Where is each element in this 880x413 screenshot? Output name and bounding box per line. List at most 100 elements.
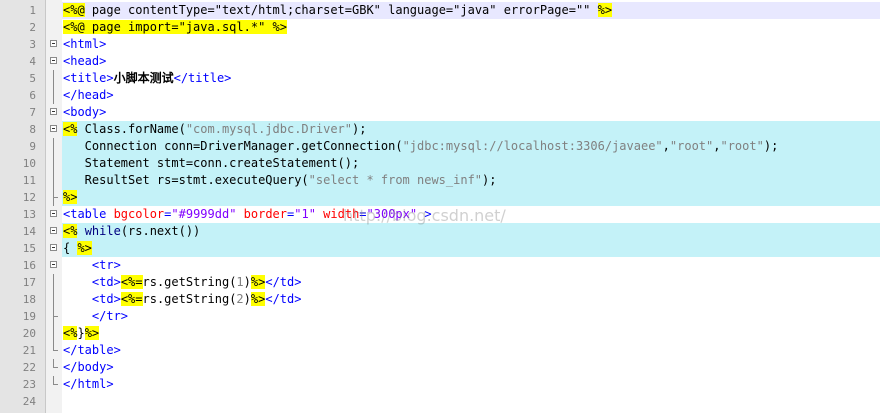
code-token: bgcolor (113, 207, 165, 221)
code-token: </body> (63, 360, 114, 374)
code-token: %> (63, 190, 78, 204)
code-text: <%@ page import="java.sql.*" %> (63, 19, 287, 36)
fold-line-icon (50, 189, 58, 206)
code-token: %> (250, 292, 266, 306)
code-token: <% (63, 326, 78, 340)
code-token: rs.getString( (142, 292, 237, 306)
line-number: 23 (22, 378, 36, 391)
code-line[interactable]: 21 </table> (0, 342, 880, 359)
line-number: 7 (29, 106, 36, 119)
code-token: %> (250, 275, 266, 289)
code-text: </head> (63, 87, 114, 104)
code-line[interactable]: 11 ResultSet rs=stmt.executeQuery("selec… (0, 172, 880, 189)
fold-minus-icon[interactable] (50, 53, 58, 70)
code-token: { (63, 241, 78, 255)
line-number: 24 (22, 395, 36, 408)
code-line[interactable]: 7 <body> (0, 104, 880, 121)
code-line[interactable]: 24 (0, 393, 880, 410)
code-line[interactable]: 6 </head> (0, 87, 880, 104)
code-line[interactable]: 19 </tr> (0, 308, 880, 325)
fold-minus-icon[interactable] (50, 257, 58, 274)
code-line[interactable]: 10 Statement stmt=conn.createStatement()… (0, 155, 880, 172)
fold-minus-icon[interactable] (50, 223, 58, 240)
code-line[interactable]: 1 <%@ page contentType="text/html;charset… (0, 2, 880, 19)
code-text: <td><%=rs.getString(2)%></td> (63, 291, 301, 308)
fold-line-icon (50, 325, 58, 342)
fold-line-icon (50, 155, 58, 172)
code-text: <% Class.forName("com.mysql.jdbc.Driver"… (63, 121, 366, 138)
fold-line-icon (50, 70, 58, 87)
code-line[interactable]: 17 <td><%=rs.getString(1)%></td> (0, 274, 880, 291)
code-token: ); (482, 173, 497, 187)
code-token: 1 (236, 275, 244, 289)
watermark: http://blog.csdn.net/ (343, 206, 506, 225)
fold-minus-icon[interactable] (50, 104, 58, 121)
code-token: </tr> (91, 309, 129, 323)
code-token: <tr> (91, 258, 121, 272)
code-token: "#9999dd" (171, 207, 237, 221)
code-line[interactable]: 15 { %> (0, 240, 880, 257)
code-token: 小脚本测试 (113, 71, 174, 85)
code-line[interactable]: 3 <html> (0, 36, 880, 53)
code-token: </title> (173, 71, 232, 85)
fold-minus-icon[interactable] (50, 240, 58, 257)
line-number: 14 (22, 225, 36, 238)
code-line[interactable]: 12 %> (0, 189, 880, 206)
fold-minus-icon[interactable] (50, 36, 58, 53)
code-token: </html> (63, 377, 114, 391)
code-token: <head> (63, 54, 107, 68)
line-number: 8 (29, 123, 36, 136)
line-number: 5 (29, 72, 36, 85)
code-line[interactable]: 2 <%@ page import="java.sql.*" %> (0, 19, 880, 36)
code-text: <tr> (63, 257, 121, 274)
code-line[interactable]: 9 Connection conn=DriverManager.getConne… (0, 138, 880, 155)
code-line[interactable]: 8 <% Class.forName("com.mysql.jdbc.Driver… (0, 121, 880, 138)
fold-line-icon (50, 274, 58, 291)
code-text: <head> (63, 53, 106, 70)
code-token: <td> (91, 275, 121, 289)
fold-end-icon (50, 359, 58, 376)
code-token: ); (352, 122, 367, 136)
code-token: "select * from news_inf" (308, 173, 483, 187)
code-line[interactable]: 16 <tr> (0, 257, 880, 274)
code-line[interactable]: 22 </body> (0, 359, 880, 376)
code-editor[interactable]: 1 <%@ page contentType="text/html;charset… (0, 0, 880, 413)
code-token: "root" (669, 139, 714, 153)
code-token: <%= (120, 292, 143, 306)
code-line[interactable]: 23 </html> (0, 376, 880, 393)
line-number: 12 (22, 191, 36, 204)
code-token: %> (597, 3, 613, 17)
code-token: <td> (91, 292, 121, 306)
code-token: , (662, 139, 670, 153)
code-text: <html> (63, 36, 106, 53)
code-token: "1" (294, 207, 316, 221)
line-number: 11 (22, 174, 36, 187)
code-token: <html> (63, 37, 107, 51)
code-text: </html> (63, 376, 114, 393)
fold-minus-icon[interactable] (50, 121, 58, 138)
line-number: 16 (22, 259, 36, 272)
line-number: 9 (29, 140, 36, 153)
code-token: ) (243, 292, 251, 306)
code-token: </head> (63, 88, 114, 102)
line-number: 10 (22, 157, 36, 170)
code-token: } (77, 326, 85, 340)
code-text: </body> (63, 359, 114, 376)
fold-minus-icon[interactable] (50, 206, 58, 223)
code-line[interactable]: 20 <%}%> (0, 325, 880, 342)
code-line[interactable]: 5 <title>小脚本测试</title> (0, 70, 880, 87)
code-line[interactable]: 4 <head> (0, 53, 880, 70)
code-text: </tr> (63, 308, 128, 325)
code-token: <%@ (63, 3, 85, 17)
code-line[interactable]: 18 <td><%=rs.getString(2)%></td> (0, 291, 880, 308)
code-text: <% while(rs.next()) (63, 223, 200, 240)
code-token: </td> (265, 275, 302, 289)
line-number: 2 (29, 21, 36, 34)
line-number: 4 (29, 55, 36, 68)
code-text: ResultSet rs=stmt.executeQuery("select *… (63, 172, 497, 189)
line-number: 18 (22, 293, 36, 306)
